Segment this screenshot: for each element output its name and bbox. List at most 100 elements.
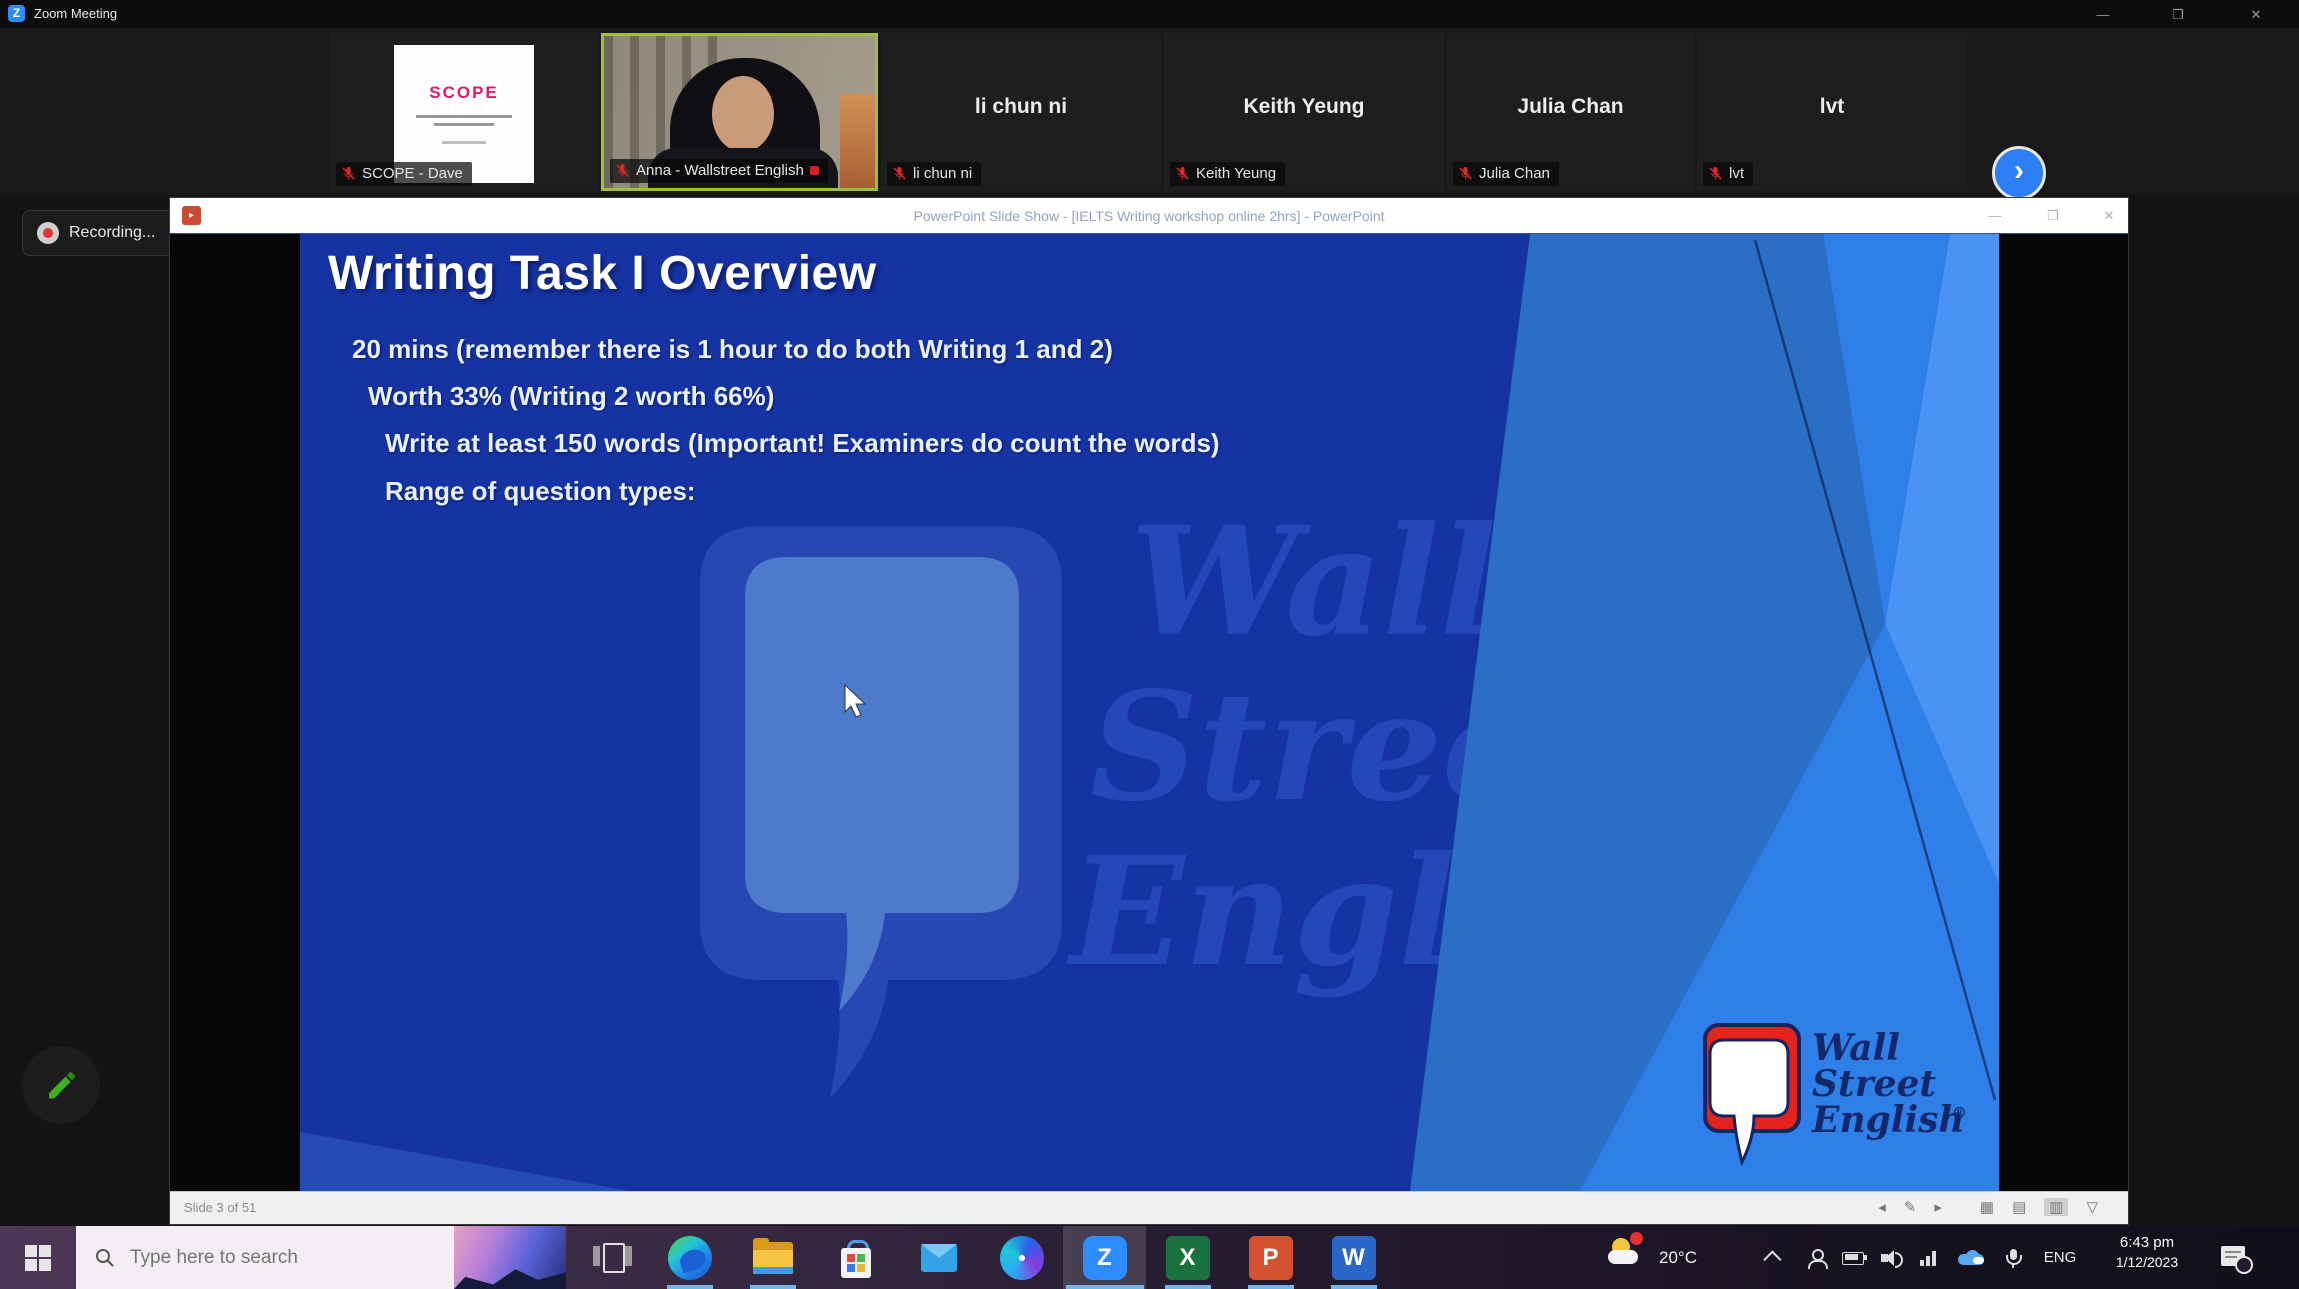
- menu-button[interactable]: ▽: [2086, 1198, 2098, 1216]
- muted-mic-icon: [1175, 166, 1190, 181]
- tray-person-icon[interactable]: [1802, 1226, 1830, 1289]
- svg-text:®: ®: [1952, 1104, 1967, 1122]
- clock-time: 6:43 pm: [2095, 1234, 2199, 1251]
- taskbar-app-file-explorer[interactable]: [731, 1226, 814, 1289]
- photos-icon: [1000, 1236, 1044, 1280]
- participant-name-label: Anna - Wallstreet English: [610, 159, 828, 183]
- svg-text:English: English: [1811, 1099, 1965, 1141]
- zoom-app-icon: Z: [8, 5, 25, 22]
- muted-mic-icon: [1708, 166, 1723, 181]
- previous-slide-button[interactable]: ◂: [1878, 1198, 1886, 1216]
- word-icon: W: [1332, 1236, 1376, 1280]
- language-indicator[interactable]: ENG: [2036, 1226, 2084, 1289]
- search-highlight-image[interactable]: [454, 1226, 566, 1289]
- slideshow-controls: ◂ ✎ ▸ ▦ ▤ ▥ ▽: [1878, 1198, 2098, 1216]
- ppt-close-button[interactable]: ✕: [2084, 205, 2134, 227]
- taskbar-app-store[interactable]: [814, 1226, 897, 1289]
- recording-badge-icon: [810, 166, 819, 175]
- start-button[interactable]: [0, 1226, 74, 1289]
- participant-name-label: Julia Chan: [1453, 162, 1559, 186]
- tray-network-icon[interactable]: [1914, 1226, 1944, 1289]
- participant-name-label: Keith Yeung: [1170, 162, 1285, 186]
- grid-view-button[interactable]: ▦: [1980, 1198, 1994, 1216]
- cloud-icon: [1608, 1250, 1638, 1264]
- slide-bullet-4: Range of question types:: [385, 476, 696, 507]
- muted-mic-icon: [341, 166, 356, 181]
- ppt-restore-button[interactable]: ❐: [2028, 205, 2078, 227]
- participant-tile-julia-chan[interactable]: Julia Chan Julia Chan: [1447, 33, 1694, 191]
- slide-bullet-3: Write at least 150 words (Important! Exa…: [385, 428, 1220, 459]
- taskbar-app-edge[interactable]: [648, 1226, 731, 1289]
- powerpoint-window: ▸ PowerPoint Slide Show - [IELTS Writing…: [170, 198, 2128, 1224]
- taskbar-app-mail[interactable]: [897, 1226, 980, 1289]
- mail-icon: [917, 1236, 961, 1280]
- participant-name-label: li chun ni: [887, 162, 981, 186]
- pencil-icon: [43, 1067, 79, 1103]
- powerpoint-window-title: PowerPoint Slide Show - [IELTS Writing w…: [170, 198, 2128, 234]
- slide-graphics: Wall Street English ® Wall: [300, 234, 1999, 1191]
- slide-bullet-2: Worth 33% (Writing 2 worth 66%): [368, 381, 774, 412]
- taskbar-clock[interactable]: 6:43 pm 1/12/2023: [2095, 1234, 2199, 1270]
- task-view-button[interactable]: [563, 1226, 646, 1289]
- tray-onedrive-icon[interactable]: [1954, 1226, 1990, 1289]
- zoom-titlebar: Z Zoom Meeting — ❐ ✕: [0, 0, 2299, 28]
- chevron-right-icon: ›: [2014, 154, 2024, 187]
- pen-annotate-button[interactable]: ✎: [1904, 1198, 1917, 1216]
- taskbar-search[interactable]: [76, 1226, 566, 1289]
- participant-tile-lvt[interactable]: lvt lvt: [1697, 33, 1967, 191]
- weather-alert-badge: [1630, 1232, 1643, 1245]
- participant-tile-li-chun-ni[interactable]: li chun ni li chun ni: [881, 33, 1161, 191]
- svg-text:Wall: Wall: [1130, 494, 1497, 670]
- participant-filmstrip: SCOPE SCOPE - Dave: [0, 28, 2299, 195]
- search-icon: [94, 1247, 116, 1269]
- taskbar-app-powerpoint[interactable]: P: [1229, 1226, 1312, 1289]
- tray-speaker-icon[interactable]: [1876, 1226, 1906, 1289]
- zoom-window-title: Zoom Meeting: [34, 6, 117, 21]
- file-explorer-icon: [751, 1236, 795, 1280]
- muted-mic-icon: [615, 163, 630, 178]
- action-center-button[interactable]: [2212, 1226, 2258, 1289]
- muted-mic-icon: [1458, 166, 1473, 181]
- slide-counter: Slide 3 of 51: [184, 1200, 256, 1215]
- windows-taskbar: Z X P W 20°C: [0, 1226, 2299, 1289]
- powerpoint-icon: P: [1249, 1236, 1293, 1280]
- taskbar-app-excel[interactable]: X: [1146, 1226, 1229, 1289]
- participant-name-label: SCOPE - Dave: [336, 162, 472, 186]
- next-participants-button[interactable]: ›: [1992, 146, 2046, 200]
- next-slide-button[interactable]: ▸: [1934, 1198, 1942, 1216]
- participant-tile-scope[interactable]: SCOPE SCOPE - Dave: [330, 33, 598, 191]
- edge-icon: [668, 1236, 712, 1280]
- taskbar-app-zoom[interactable]: Z: [1063, 1226, 1146, 1289]
- reading-view-button[interactable]: ▥: [2044, 1198, 2068, 1216]
- search-input[interactable]: [128, 1246, 412, 1270]
- weather-widget[interactable]: [1604, 1226, 1654, 1289]
- participant-tile-keith-yeung[interactable]: Keith Yeung Keith Yeung: [1164, 33, 1444, 191]
- record-dot-icon: [37, 222, 59, 244]
- slide-canvas[interactable]: Wall Street English ® Wall: [300, 234, 1999, 1191]
- slide-bullet-1: 20 mins (remember there is 1 hour to do …: [352, 334, 1113, 365]
- taskbar-app-photos[interactable]: [980, 1226, 1063, 1289]
- annotate-pencil-button[interactable]: [22, 1046, 100, 1124]
- participant-tile-anna[interactable]: Anna - Wallstreet English: [601, 33, 878, 191]
- store-icon: [834, 1236, 878, 1280]
- excel-icon: X: [1166, 1236, 1210, 1280]
- tray-mic-icon[interactable]: [2000, 1226, 2026, 1289]
- powerpoint-titlebar: ▸ PowerPoint Slide Show - [IELTS Writing…: [170, 198, 2128, 234]
- temperature-label[interactable]: 20°C: [1652, 1226, 1704, 1289]
- ppt-minimize-button[interactable]: —: [1970, 205, 2020, 227]
- tray-expand-chevron[interactable]: [1760, 1226, 1788, 1289]
- participant-name-label: lvt: [1703, 162, 1753, 186]
- restore-button[interactable]: ❐: [2150, 4, 2206, 26]
- tray-battery-icon[interactable]: [1838, 1226, 1870, 1289]
- zoom-icon: Z: [1083, 1236, 1127, 1280]
- close-button[interactable]: ✕: [2228, 4, 2284, 26]
- powerpoint-statusbar: Slide 3 of 51 ◂ ✎ ▸ ▦ ▤ ▥ ▽: [170, 1191, 2128, 1224]
- normal-view-button[interactable]: ▤: [2012, 1198, 2026, 1216]
- muted-mic-icon: [892, 166, 907, 181]
- slide-title: Writing Task I Overview: [328, 246, 877, 301]
- clock-date: 1/12/2023: [2095, 1254, 2199, 1270]
- minimize-button[interactable]: —: [2075, 4, 2131, 26]
- scope-brand-text: SCOPE: [394, 83, 534, 103]
- windows-logo-icon: [25, 1245, 51, 1271]
- taskbar-app-word[interactable]: W: [1312, 1226, 1395, 1289]
